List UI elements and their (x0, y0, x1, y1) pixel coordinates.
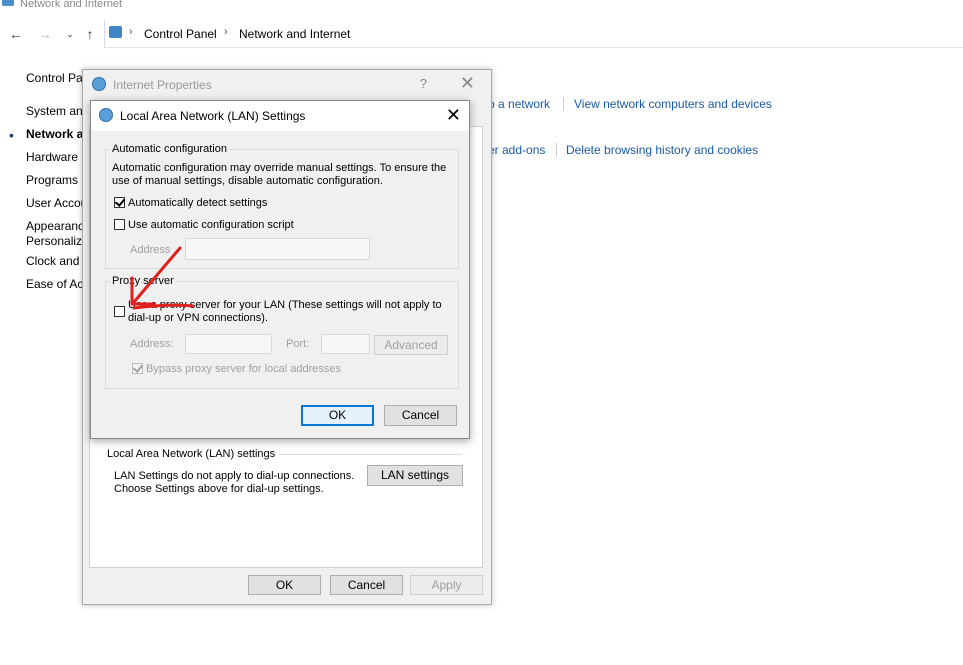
ok-button[interactable]: OK (248, 575, 321, 595)
window-title: Network and Internet (0, 0, 122, 10)
active-bullet-icon: • (9, 127, 14, 143)
lan-dialog-title: Local Area Network (LAN) Settings (120, 109, 306, 123)
advanced-button[interactable]: Advanced (374, 335, 448, 355)
auto-config-desc-1: Automatic configuration may override man… (112, 162, 447, 174)
red-annotation-arrow-icon (130, 246, 194, 310)
sidebar-item-network[interactable]: Network a (26, 127, 83, 141)
sidebar-item-ease-of-access[interactable]: Ease of Acc (26, 277, 89, 291)
sidebar-item-clock[interactable]: Clock and (26, 254, 79, 268)
apply-button[interactable]: Apply (410, 575, 483, 595)
delete-browsing-history-link[interactable]: Delete browsing history and cookies (566, 143, 758, 157)
address-bar[interactable]: › Control Panel › Network and Internet (104, 20, 963, 48)
auto-detect-label[interactable]: Automatically detect settings (128, 197, 267, 210)
sidebar-item-personalization[interactable]: Personaliza (26, 234, 89, 248)
close-icon[interactable]: ✕ (446, 105, 461, 126)
bypass-local-checkbox[interactable] (132, 363, 143, 374)
auto-config-script-label[interactable]: Use automatic configuration script (128, 219, 294, 232)
lan-section-desc-1: LAN Settings do not apply to dial-up con… (114, 470, 355, 482)
lan-dialog-titlebar: Local Area Network (LAN) Settings ✕ (91, 101, 469, 131)
internet-globe-icon (92, 77, 106, 91)
link-divider (563, 97, 564, 111)
breadcrumb-control-panel[interactable]: Control Panel (144, 27, 217, 41)
sidebar-item-user-accounts[interactable]: User Accou (26, 196, 87, 210)
breadcrumb-separator-icon: › (129, 26, 133, 38)
manage-add-ons-link[interactable]: er add-ons (488, 143, 545, 157)
help-icon[interactable]: ? (420, 76, 427, 91)
auto-detect-checkbox[interactable] (114, 197, 125, 208)
sidebar-item-system[interactable]: System and (26, 104, 89, 118)
forward-arrow-icon[interactable]: → (35, 24, 55, 44)
network-folder-icon (2, 0, 14, 6)
back-arrow-icon[interactable]: ← (6, 24, 26, 44)
lan-section-desc-2: Choose Settings above for dial-up settin… (114, 483, 324, 495)
view-network-computers-link[interactable]: View network computers and devices (574, 97, 772, 111)
up-arrow-icon[interactable]: ↑ (80, 24, 100, 44)
auto-config-desc-2: use of manual settings, disable automati… (112, 175, 383, 187)
internet-globe-icon (99, 108, 113, 122)
automatic-configuration-label: Automatic configuration (110, 143, 229, 155)
breadcrumb-network-and-internet[interactable]: Network and Internet (239, 27, 350, 41)
lan-ok-button[interactable]: OK (301, 405, 374, 426)
sidebar-item-programs[interactable]: Programs (26, 173, 78, 187)
sidebar-item-appearance[interactable]: Appearanc (26, 219, 84, 233)
proxy-port-input[interactable] (321, 334, 370, 354)
address-bar-row: ← → ⌄ ↑ › Control Panel › Network and In… (0, 20, 963, 48)
setup-network-link[interactable]: o a network (488, 97, 550, 111)
lan-settings-button[interactable]: LAN settings (367, 465, 463, 486)
link-divider (556, 143, 557, 157)
close-icon[interactable]: ✕ (460, 73, 475, 94)
bypass-local-label[interactable]: Bypass proxy server for local addresses (146, 363, 341, 376)
sidebar-item-hardware[interactable]: Hardware a (26, 150, 88, 164)
lan-section-label: Local Area Network (LAN) settings (107, 448, 280, 461)
auto-config-script-checkbox[interactable] (114, 219, 125, 230)
sidebar-item-control-panel-home[interactable]: Control Pa (26, 71, 83, 85)
script-address-input[interactable] (185, 238, 370, 260)
internet-properties-title: Internet Properties (113, 78, 212, 92)
recent-locations-chevron-icon[interactable]: ⌄ (60, 24, 80, 44)
breadcrumb-separator-icon: › (224, 26, 228, 38)
proxy-port-label: Port: (286, 338, 310, 350)
cancel-button[interactable]: Cancel (330, 575, 403, 595)
control-panel-icon (109, 26, 122, 38)
lan-cancel-button[interactable]: Cancel (384, 405, 457, 426)
window-title-text: Network and Internet (20, 0, 123, 10)
